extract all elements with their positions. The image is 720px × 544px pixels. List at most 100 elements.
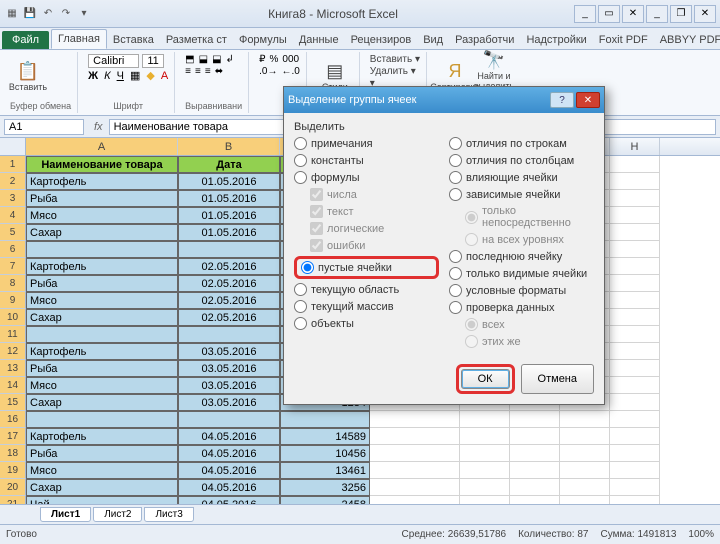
bold-button[interactable]: Ж [88, 70, 98, 82]
cell[interactable]: Мясо [26, 377, 178, 394]
align-left-icon[interactable]: ≡ [185, 66, 191, 77]
cell[interactable] [178, 411, 280, 428]
radio-precedents[interactable]: влияющие ячейки [449, 171, 594, 184]
col-header-a[interactable]: A [26, 138, 178, 155]
cell[interactable]: Мясо [26, 462, 178, 479]
radio-dependents[interactable]: зависимые ячейки [449, 188, 594, 201]
cell[interactable]: 02.05.2016 [178, 258, 280, 275]
tab-review[interactable]: Рецензиров [345, 31, 418, 49]
cell[interactable] [610, 207, 660, 224]
cell[interactable] [610, 326, 660, 343]
undo-icon[interactable]: ↶ [40, 6, 56, 22]
cell[interactable]: Наименование товара [26, 156, 178, 173]
cell[interactable]: Рыба [26, 275, 178, 292]
tab-page-layout[interactable]: Разметка ст [160, 31, 233, 49]
col-header-b[interactable]: B [178, 138, 280, 155]
tab-foxit-pdf[interactable]: Foxit PDF [593, 31, 654, 49]
cell[interactable] [610, 360, 660, 377]
tab-formulas[interactable]: Формулы [233, 31, 293, 49]
cell[interactable] [460, 479, 510, 496]
radio-constants[interactable]: константы [294, 154, 439, 167]
cell[interactable]: Рыба [26, 190, 178, 207]
row-header[interactable]: 12 [0, 343, 26, 360]
cell[interactable] [610, 156, 660, 173]
font-color-button[interactable]: A [161, 70, 168, 82]
cell[interactable] [610, 309, 660, 326]
cell[interactable]: 04.05.2016 [178, 496, 280, 504]
cell[interactable]: 2458 [280, 496, 370, 504]
cell[interactable]: Рыба [26, 445, 178, 462]
font-name-box[interactable]: Calibri [88, 54, 139, 68]
zoom-level[interactable]: 100% [688, 529, 714, 540]
row-header[interactable]: 15 [0, 394, 26, 411]
tab-addins[interactable]: Надстройки [520, 31, 592, 49]
paste-button[interactable]: 📋Вставить [10, 54, 46, 98]
cell[interactable] [510, 462, 560, 479]
align-middle-icon[interactable]: ⬓ [199, 54, 208, 65]
row-header[interactable]: 10 [0, 309, 26, 326]
row-header[interactable]: 19 [0, 462, 26, 479]
tab-view[interactable]: Вид [417, 31, 449, 49]
cell[interactable] [510, 479, 560, 496]
cell[interactable]: 14589 [280, 428, 370, 445]
cancel-button[interactable]: Отмена [521, 364, 594, 394]
cell[interactable]: Дата [178, 156, 280, 173]
insert-cells-button[interactable]: Вставить ▾ [370, 54, 420, 65]
row-header[interactable]: 17 [0, 428, 26, 445]
cell[interactable]: 04.05.2016 [178, 462, 280, 479]
cell[interactable]: Картофель [26, 173, 178, 190]
cell[interactable] [370, 496, 460, 504]
cell[interactable] [610, 462, 660, 479]
radio-formulas[interactable]: формулы [294, 171, 439, 184]
cell[interactable] [178, 326, 280, 343]
cell[interactable] [370, 428, 460, 445]
select-all-corner[interactable] [0, 138, 26, 155]
row-header[interactable]: 14 [0, 377, 26, 394]
tool-icon[interactable]: ▾ [76, 6, 92, 22]
cell[interactable]: 04.05.2016 [178, 445, 280, 462]
cell[interactable] [610, 445, 660, 462]
radio-data-validation[interactable]: проверка данных [449, 301, 594, 314]
cell[interactable] [370, 411, 460, 428]
dialog-close-button[interactable]: ✕ [576, 92, 600, 108]
cell[interactable] [370, 479, 460, 496]
minimize-doc-button[interactable]: _ [646, 5, 668, 23]
cell[interactable]: Сахар [26, 394, 178, 411]
cell[interactable] [560, 411, 610, 428]
cell[interactable] [610, 258, 660, 275]
italic-button[interactable]: К [104, 70, 110, 82]
save-icon[interactable]: 💾 [22, 6, 38, 22]
merge-icon[interactable]: ⬌ [215, 66, 223, 77]
row-header[interactable]: 3 [0, 190, 26, 207]
maximize-app-button[interactable]: ▭ [598, 5, 620, 23]
cell[interactable]: Сахар [26, 479, 178, 496]
tab-developer[interactable]: Разработчи [449, 31, 520, 49]
cell[interactable] [610, 428, 660, 445]
minimize-app-button[interactable]: _ [574, 5, 596, 23]
cell[interactable]: Рыба [26, 360, 178, 377]
close-doc-button[interactable]: ✕ [694, 5, 716, 23]
cell[interactable] [610, 496, 660, 504]
cell[interactable] [610, 224, 660, 241]
cell[interactable]: 01.05.2016 [178, 224, 280, 241]
radio-notes[interactable]: примечания [294, 137, 439, 150]
fx-icon[interactable]: fx [88, 121, 109, 133]
cell[interactable] [560, 479, 610, 496]
align-bottom-icon[interactable]: ⬓ [212, 54, 221, 65]
sheet-tab-2[interactable]: Лист2 [93, 507, 142, 522]
cell[interactable]: 13461 [280, 462, 370, 479]
cell[interactable]: 3256 [280, 479, 370, 496]
sheet-tab-3[interactable]: Лист3 [144, 507, 193, 522]
cell[interactable]: 01.05.2016 [178, 207, 280, 224]
cell[interactable]: Сахар [26, 224, 178, 241]
tab-abbyy-pdf[interactable]: ABBYY PDF T [654, 31, 720, 49]
align-top-icon[interactable]: ⬒ [185, 54, 194, 65]
tab-data[interactable]: Данные [293, 31, 345, 49]
cell[interactable] [460, 411, 510, 428]
restore-doc-button[interactable]: ❐ [670, 5, 692, 23]
dialog-help-button[interactable]: ? [550, 92, 574, 108]
currency-icon[interactable]: ₽ [259, 54, 265, 65]
cell[interactable] [610, 241, 660, 258]
cell[interactable]: 03.05.2016 [178, 343, 280, 360]
row-header[interactable]: 9 [0, 292, 26, 309]
